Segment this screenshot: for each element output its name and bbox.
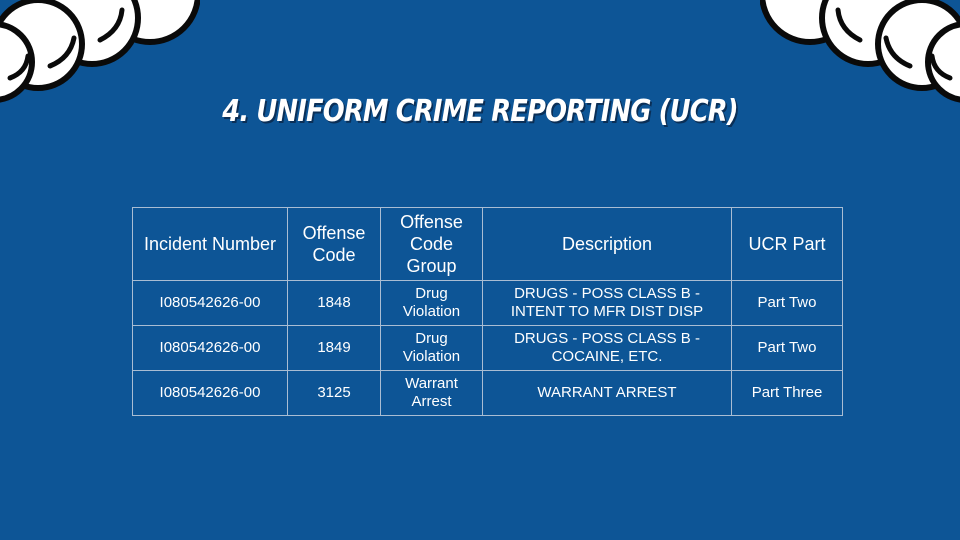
cell-offense-code-group: Warrant Arrest <box>380 370 483 416</box>
table-row: I080542626-00 1849 Drug Violation DRUGS … <box>132 325 843 371</box>
cell-ucr-part: Part Two <box>731 325 843 371</box>
cell-incident-number: I080542626-00 <box>132 325 288 371</box>
table-row: I080542626-00 3125 Warrant Arrest WARRAN… <box>132 370 843 416</box>
cloud-decoration-right <box>760 0 960 103</box>
cell-description: DRUGS - POSS CLASS B - INTENT TO MFR DIS… <box>482 280 732 326</box>
cell-offense-code-group: Drug Violation <box>380 280 483 326</box>
cell-offense-code: 1849 <box>287 325 381 371</box>
header-offense-code-group: Offense Code Group <box>380 207 483 281</box>
cloud-decoration-left <box>0 0 200 103</box>
cell-ucr-part: Part Two <box>731 280 843 326</box>
cell-offense-code: 3125 <box>287 370 381 416</box>
header-offense-code: Offense Code <box>287 207 381 281</box>
cell-description: DRUGS - POSS CLASS B - COCAINE, ETC. <box>482 325 732 371</box>
cell-incident-number: I080542626-00 <box>132 280 288 326</box>
header-description: Description <box>482 207 732 281</box>
cell-offense-code: 1848 <box>287 280 381 326</box>
cell-description: WARRANT ARREST <box>482 370 732 416</box>
slide-title: 4. Uniform Crime Reporting (UCR) <box>222 94 738 129</box>
header-incident-number: Incident Number <box>132 207 288 281</box>
header-ucr-part: UCR Part <box>731 207 843 281</box>
table-row: I080542626-00 1848 Drug Violation DRUGS … <box>132 280 843 326</box>
cell-ucr-part: Part Three <box>731 370 843 416</box>
cell-incident-number: I080542626-00 <box>132 370 288 416</box>
table-header-row: Incident Number Offense Code Offense Cod… <box>132 207 843 281</box>
cell-offense-code-group: Drug Violation <box>380 325 483 371</box>
ucr-table: Incident Number Offense Code Offense Cod… <box>132 207 843 416</box>
